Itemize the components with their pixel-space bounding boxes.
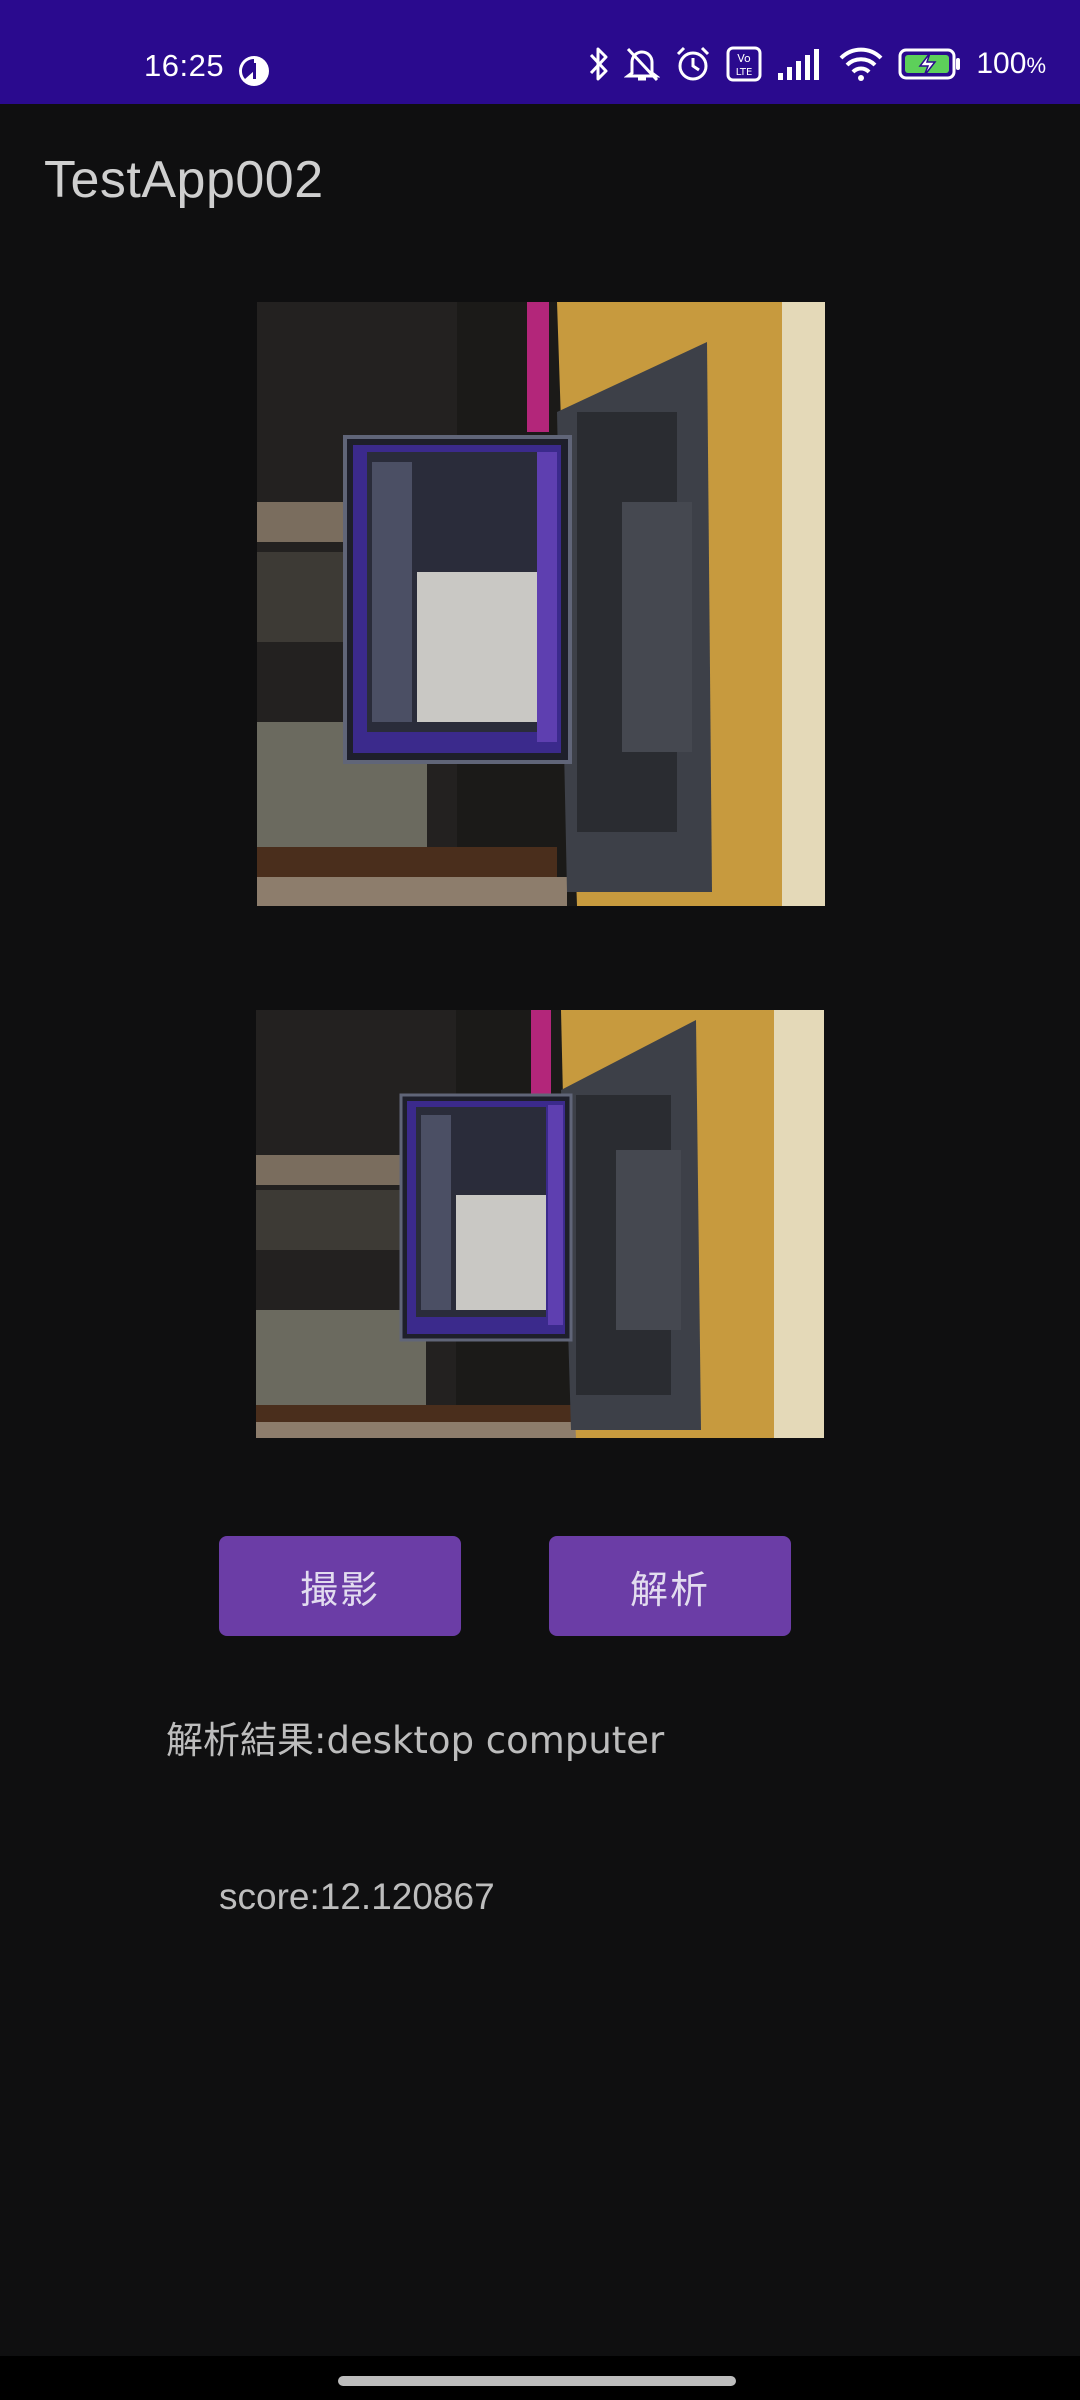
capture-button[interactable]: 撮影: [219, 1536, 461, 1636]
status-bar: 16:25 Vo LTE 100%: [0, 0, 1080, 104]
battery-level: 100%: [976, 47, 1046, 80]
pie-status-icon: [238, 55, 270, 87]
signal-icon: [776, 47, 824, 81]
home-gesture-handle[interactable]: [338, 2376, 736, 2386]
wifi-icon: [838, 46, 884, 82]
analyze-button[interactable]: 解析: [549, 1536, 791, 1636]
volte-icon: Vo LTE: [726, 46, 762, 82]
captured-photo: [257, 302, 825, 906]
status-time: 16:25: [144, 48, 225, 83]
battery-charging-icon: [898, 47, 962, 81]
analysis-result-label: 解析結果:desktop computer: [166, 1719, 665, 1762]
app-title: TestApp002: [44, 151, 324, 209]
navigation-bar: [0, 2356, 1080, 2400]
status-icons: Vo LTE 100%: [588, 44, 1046, 84]
alarm-icon: [674, 45, 712, 83]
svg-text:LTE: LTE: [736, 67, 753, 78]
score-label: score:12.120867: [219, 1876, 495, 1917]
mute-icon: [624, 45, 661, 83]
processed-photo: [256, 1010, 824, 1438]
bluetooth-icon: [588, 45, 610, 83]
svg-text:Vo: Vo: [738, 52, 752, 65]
